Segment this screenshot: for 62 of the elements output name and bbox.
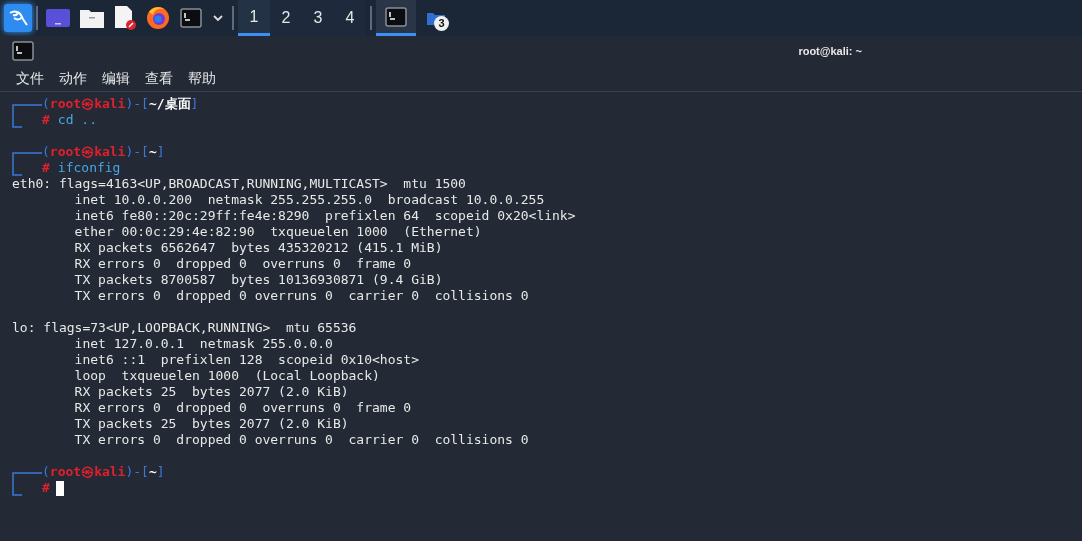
output-line: TX errors 0 dropped 0 overruns 0 carrier 0 collisions 0 — [73, 288, 529, 304]
output-line: inet 127.0.0.1 netmask 255.0.0.0 — [73, 336, 333, 352]
app-menu-button[interactable] — [4, 4, 32, 32]
output-line: lo: flags=73<UP,LOOPBACK,RUNNING> mtu 65536 — [12, 320, 357, 336]
prompt-separator: )-[ — [125, 144, 149, 160]
command-text: ifconfig — [57, 160, 121, 176]
output-line: RX errors 0 dropped 0 overruns 0 frame 0 — [73, 256, 412, 272]
terminal-icon — [385, 6, 407, 27]
folder-icon[interactable] — [80, 8, 104, 28]
output-line: TX packets 8700587 bytes 10136930871 (9.4 GiB) — [73, 272, 443, 288]
text-cursor — [55, 480, 64, 496]
command-text: cd .. — [57, 112, 97, 128]
prompt-user-host: root㉿kali — [49, 144, 126, 160]
taskbar-task[interactable]: 3 — [416, 0, 456, 36]
output-line: inet6 ::1 prefixlen 128 scopeid 0x10<host> — [73, 352, 419, 368]
workspace-tab[interactable]: 4 — [334, 0, 366, 36]
output-line: eth0: flags=4163<UP,BROADCAST,RUNNING,MULTICAST> mtu 1500 — [12, 176, 466, 192]
prompt-bracket: ] — [190, 96, 199, 112]
prompt-bracket: ( — [42, 144, 50, 160]
prompt-user-host: root㉿kali — [49, 96, 126, 112]
count-badge: 3 — [434, 16, 449, 31]
prompt-hash: # — [42, 160, 50, 176]
prompt-path: ~/桌面 — [148, 96, 191, 112]
output-line: RX errors 0 dropped 0 overruns 0 frame 0 — [73, 400, 412, 416]
prompt-path: ~ — [148, 464, 157, 480]
taskbar-task[interactable] — [376, 0, 416, 36]
dragon-logo-icon — [8, 8, 28, 28]
output-line: RX packets 6562647 bytes 435320212 (415.1 MiB) — [73, 240, 443, 256]
output-line: RX packets 25 bytes 2077 (2.0 KiB) — [73, 384, 349, 400]
document-edit-icon[interactable] — [114, 6, 136, 30]
menu-item[interactable]: 编辑 — [102, 68, 130, 89]
output-line: inet6 fe80::20c:29ff:fe4e:8290 prefixlen 64 scopeid 0x20<link> — [73, 208, 576, 224]
menu-item[interactable]: 查看 — [145, 68, 173, 89]
menu-item[interactable]: 帮助 — [188, 68, 216, 89]
prompt-hash: # — [42, 480, 50, 496]
prompt-line-icon — [12, 104, 42, 128]
prompt-bracket: ( — [42, 96, 50, 112]
prompt-line-icon — [12, 472, 42, 496]
prompt-bracket: ( — [42, 464, 50, 480]
workspace-tab[interactable]: 1 — [238, 0, 270, 36]
prompt-path: ~ — [148, 144, 157, 160]
workspace-tab[interactable]: 2 — [270, 0, 302, 36]
prompt-hash: # — [42, 112, 50, 128]
window-title: root@kali: ~ — [798, 43, 862, 59]
prompt-line-icon — [12, 152, 42, 176]
prompt-user-host: root㉿kali — [49, 464, 126, 480]
window-terminal-icon — [12, 41, 34, 61]
terminal-icon — [180, 8, 202, 28]
firefox-icon[interactable] — [146, 6, 170, 30]
prompt-separator: )-[ — [125, 96, 149, 112]
output-line: loop txqueuelen 1000 (Local Loopback) — [73, 368, 380, 384]
prompt-separator: )-[ — [125, 464, 149, 480]
menu-item[interactable]: 动作 — [59, 68, 87, 89]
output-line: ether 00:0c:29:4e:82:90 txqueuelen 1000 (Ethernet) — [73, 224, 482, 240]
prompt-bracket: ] — [156, 144, 165, 160]
prompt-bracket: ] — [156, 464, 165, 480]
output-line: TX packets 25 bytes 2077 (2.0 KiB) — [73, 416, 349, 432]
chevron-down-icon[interactable] — [212, 14, 224, 22]
workspace-tab[interactable]: 3 — [302, 0, 334, 36]
output-line: TX errors 0 dropped 0 overruns 0 carrier 0 collisions 0 — [73, 432, 529, 448]
menu-item[interactable]: 文件 — [16, 68, 44, 89]
output-line: inet 10.0.0.200 netmask 255.255.255.0 broadcast 10.0.0.255 — [73, 192, 545, 208]
